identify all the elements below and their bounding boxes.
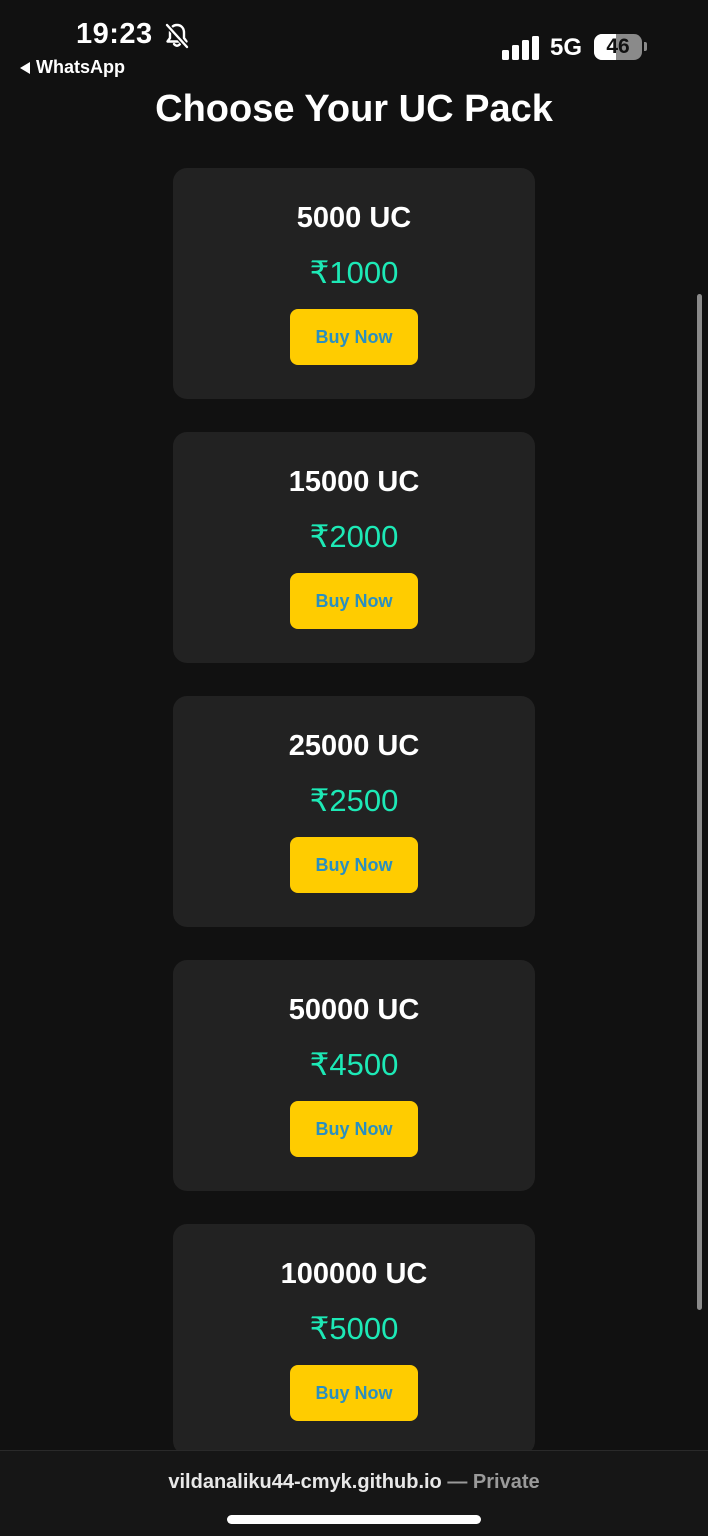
pack-amount: 50000 UC [288, 994, 420, 1026]
battery-nub [644, 42, 647, 51]
pack-card: 25000 UC ₹2500 Buy Now [173, 696, 535, 927]
pack-card: 15000 UC ₹2000 Buy Now [173, 432, 535, 663]
buy-now-button[interactable]: Buy Now [290, 1101, 418, 1157]
pack-amount: 25000 UC [288, 730, 420, 762]
back-to-app-link[interactable]: WhatsApp [20, 57, 125, 78]
back-app-label: WhatsApp [36, 57, 125, 77]
url-separator: — [447, 1471, 468, 1493]
privacy-label: Private [472, 1471, 540, 1493]
cellular-signal-icon [502, 36, 539, 60]
address-bar[interactable]: vildanaliku44-cmyk.github.io — Private [0, 1450, 708, 1536]
buy-now-button[interactable]: Buy Now [290, 573, 418, 629]
status-time: 19:23 [76, 18, 153, 50]
pack-card: 5000 UC ₹1000 Buy Now [173, 168, 535, 399]
pack-price: ₹2500 [309, 783, 399, 818]
pack-list: 5000 UC ₹1000 Buy Now 15000 UC ₹2000 Buy… [173, 168, 535, 1488]
phone-screen: 19:23 WhatsApp 5G 46 Choose Your UC Pack… [0, 0, 708, 1536]
back-arrow-icon [20, 61, 30, 74]
bell-slash-icon [165, 23, 189, 49]
url-line[interactable]: vildanaliku44-cmyk.github.io — Private [0, 1471, 708, 1494]
pack-amount: 5000 UC [296, 202, 412, 234]
buy-now-button[interactable]: Buy Now [290, 837, 418, 893]
pack-amount: 15000 UC [288, 466, 420, 498]
scrollbar[interactable] [697, 294, 702, 1310]
pack-price: ₹2000 [309, 519, 399, 554]
battery-level: 46 [606, 35, 630, 58]
home-indicator[interactable] [227, 1515, 481, 1524]
network-type: 5G [550, 34, 583, 61]
pack-card: 100000 UC ₹5000 Buy Now [173, 1224, 535, 1455]
pack-amount: 100000 UC [280, 1258, 428, 1290]
pack-price: ₹1000 [309, 255, 399, 290]
pack-price: ₹5000 [309, 1311, 399, 1346]
page-title: Choose Your UC Pack [155, 88, 553, 130]
url-domain: vildanaliku44-cmyk.github.io [168, 1471, 442, 1493]
battery-icon: 46 [594, 34, 642, 60]
buy-now-button[interactable]: Buy Now [290, 1365, 418, 1421]
pack-price: ₹4500 [309, 1047, 399, 1082]
buy-now-button[interactable]: Buy Now [290, 309, 418, 365]
pack-card: 50000 UC ₹4500 Buy Now [173, 960, 535, 1191]
